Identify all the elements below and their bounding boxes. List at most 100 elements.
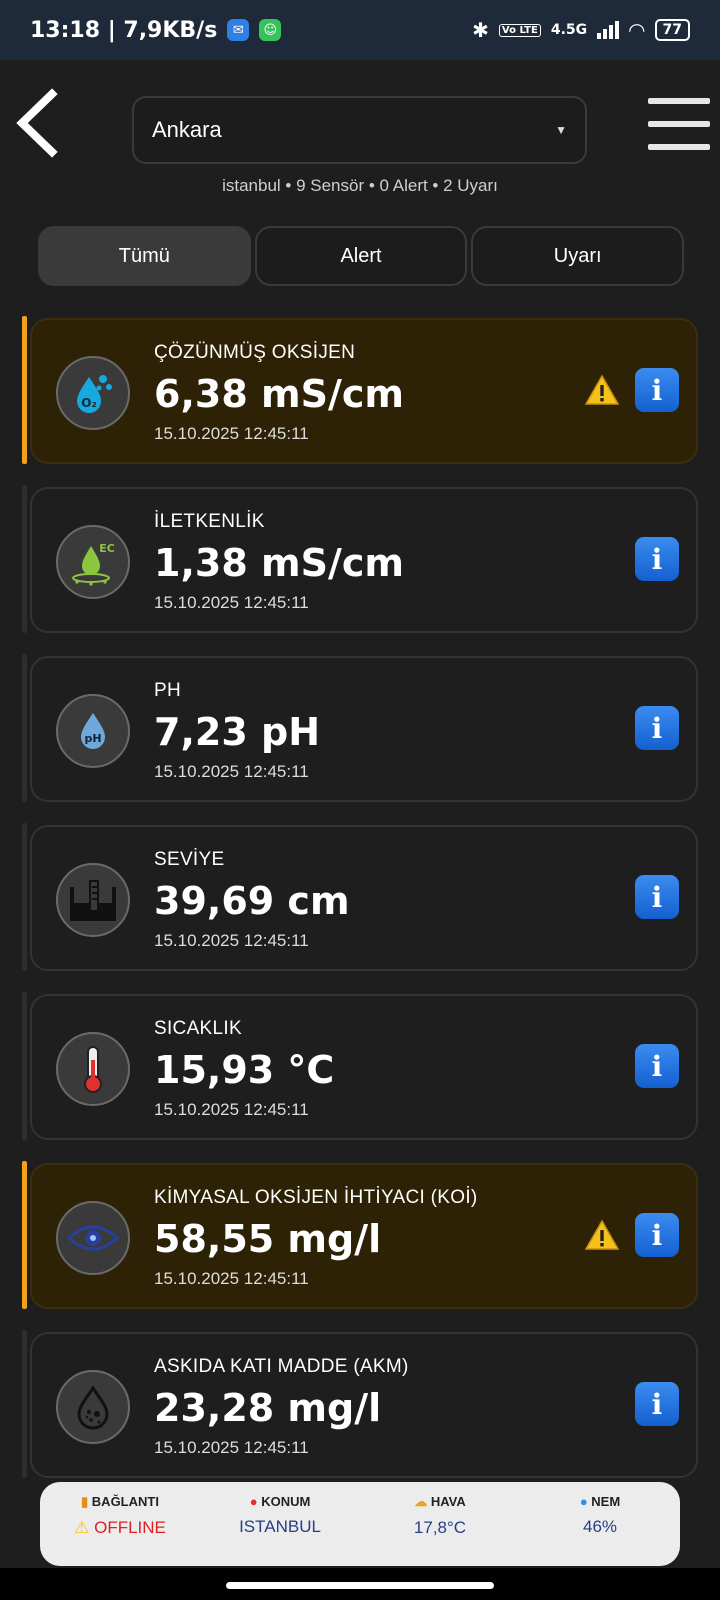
suspended-solids-icon [77,1385,109,1430]
sensor-card[interactable]: KİMYASAL OKSİJEN İHTİYACI (KOİ) 58,55 mg… [30,1163,698,1309]
location-pin-icon: ● [249,1494,258,1509]
tab-all[interactable]: Tümü [38,226,251,286]
conductivity-icon: EC [72,542,115,586]
sensor-row[interactable]: EC İLETKENLİK 1,38 mS/cm 15.10.2025 12:4… [0,485,720,633]
sensor-row[interactable]: pH PH 7,23 pH 15.10.2025 12:45:11 i [0,654,720,802]
accent-bar [22,992,27,1140]
sensor-timestamp: 15.10.2025 12:45:11 [154,593,309,612]
sensor-card[interactable]: EC İLETKENLİK 1,38 mS/cm 15.10.2025 12:4… [30,487,698,633]
city-select-value: Ankara [152,117,222,142]
info-button[interactable]: i [635,1044,679,1088]
system-nav-bar [0,1568,720,1600]
signal-chart-icon: ▮ [81,1494,89,1509]
sensor-row[interactable]: O₂ ÇÖZÜNMÜŞ OKSİJEN 6,38 mS/cm 15.10.202… [0,316,720,464]
info-button[interactable]: i [635,1382,679,1426]
weather-status: ☁ HAVA 17,8°C [365,1494,515,1566]
sensor-value: 6,38 mS/cm [154,372,404,416]
weather-label: HAVA [430,1494,466,1509]
svg-text:EC: EC [99,542,115,555]
back-button[interactable] [14,88,64,158]
tab-alert[interactable]: Alert [254,226,468,286]
chemical-eye-icon [67,1225,119,1251]
sensor-value: 39,69 cm [154,879,350,923]
bluetooth-icon: ✱ [472,18,489,42]
sensor-timestamp: 15.10.2025 12:45:11 [154,1438,309,1457]
wifi-icon: ◠ [629,18,645,42]
sensor-list: O₂ ÇÖZÜNMÜŞ OKSİJEN 6,38 mS/cm 15.10.202… [0,316,720,1499]
sensor-row[interactable]: ASKIDA KATI MADDE (AKM) 23,28 mg/l 15.10… [0,1330,720,1478]
filter-tabs: Tümü Alert Uyarı [38,226,685,286]
battery-icon: 77 [654,19,690,41]
message-app-icon: ✉ [227,19,250,41]
warning-icon [584,374,620,405]
menu-line [648,121,710,127]
accent-bar [22,823,27,971]
status-time: 13:18 | 7,9KB/s [30,17,218,43]
sensor-value: 58,55 mg/l [154,1217,382,1261]
partly-cloudy-icon: ☁ [414,1494,428,1509]
hamburger-menu-button[interactable] [648,98,710,150]
sensor-title: KİMYASAL OKSİJEN İHTİYACI (KOİ) [154,1187,478,1208]
notification-app-icon: ☺ [259,19,282,41]
sensor-value: 1,38 mS/cm [154,541,404,585]
home-gesture-bar[interactable] [226,1582,494,1589]
info-button[interactable]: i [635,1213,679,1257]
sensor-value: 23,28 mg/l [154,1386,382,1430]
info-button[interactable]: i [635,537,679,581]
humidity-value: 46% [582,1517,618,1536]
sensor-card[interactable]: pH PH 7,23 pH 15.10.2025 12:45:11 i [30,656,698,802]
city-select[interactable]: Ankara ▼ [132,96,587,164]
sensor-timestamp: 15.10.2025 12:45:11 [154,424,309,443]
sensor-row[interactable]: SEVİYE 39,69 cm 15.10.2025 12:45:11 i [0,823,720,971]
sensor-timestamp: 15.10.2025 12:45:11 [154,931,309,950]
connection-label: BAĞLANTI [91,1494,159,1509]
sensor-title: ASKIDA KATI MADDE (AKM) [154,1356,409,1377]
sensor-card[interactable]: SEVİYE 39,69 cm 15.10.2025 12:45:11 i [30,825,698,971]
oxygen-icon: O₂ [77,375,112,413]
dropdown-caret-icon: ▼ [555,123,567,137]
sensor-title: ÇÖZÜNMÜŞ OKSİJEN [154,342,356,363]
svg-text:pH: pH [84,732,101,745]
status-bar: 13:18 | 7,9KB/s ✉ ☺ ✱ Vo LTE 4.5G ◠ 77 [0,0,720,60]
sensor-icon-circle [56,1032,130,1106]
location-value: ISTANBUL [239,1517,321,1536]
humidity-status: ● NEM 46% [525,1494,675,1566]
sensor-card[interactable]: SICAKLIK 15,93 °C 15.10.2025 12:45:11 i [30,994,698,1140]
sensor-icon-circle [56,863,130,937]
chevron-left-icon [16,88,58,158]
sensor-value: 15,93 °C [154,1048,335,1092]
warning-icon: ⚠ [74,1518,90,1537]
sensor-row[interactable]: SICAKLIK 15,93 °C 15.10.2025 12:45:11 i [0,992,720,1140]
sensor-value: 7,23 pH [154,710,320,754]
sensor-card[interactable]: O₂ ÇÖZÜNMÜŞ OKSİJEN 6,38 mS/cm 15.10.202… [30,318,698,464]
sensor-title: İLETKENLİK [154,511,265,532]
info-button[interactable]: i [635,875,679,919]
sensor-card[interactable]: ASKIDA KATI MADDE (AKM) 23,28 mg/l 15.10… [30,1332,698,1478]
water-drop-icon: ● [579,1494,588,1509]
accent-bar [22,654,27,802]
signal-icon [597,21,620,39]
battery-level: 77 [662,22,682,38]
humidity-label: NEM [591,1494,621,1509]
bottom-status-bar: ▮ BAĞLANTI ⚠ OFFLINE ● KONUM ISTANBUL ☁ … [40,1482,680,1566]
accent-bar [22,1330,27,1478]
info-button[interactable]: i [635,368,679,412]
menu-line [648,144,710,150]
warning-accent-bar [22,1161,27,1309]
info-button[interactable]: i [635,706,679,750]
sensor-timestamp: 15.10.2025 12:45:11 [154,1100,309,1119]
ph-drop-icon: pH [81,713,105,749]
connection-status: ▮ BAĞLANTI ⚠ OFFLINE [45,1494,195,1566]
network-type: 4.5G [550,22,588,38]
tab-warning[interactable]: Uyarı [471,226,685,286]
accent-bar [22,485,27,633]
sensor-row[interactable]: KİMYASAL OKSİJEN İHTİYACI (KOİ) 58,55 mg… [0,1161,720,1309]
sensor-title: SEVİYE [154,849,225,870]
sensor-icon-circle: O₂ [56,356,130,430]
sensor-title: PH [154,680,181,701]
sensor-icon-circle: pH [56,694,130,768]
menu-line [648,98,710,104]
sensor-icon-circle: EC [56,525,130,599]
svg-text:O₂: O₂ [81,396,96,410]
sensor-timestamp: 15.10.2025 12:45:11 [154,1269,309,1288]
